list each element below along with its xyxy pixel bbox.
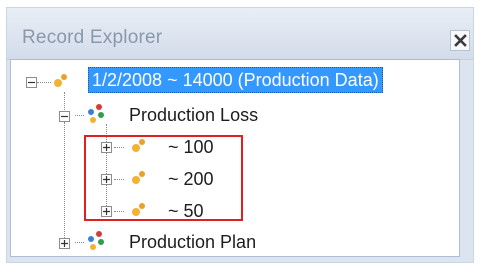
- plus-icon: [61, 239, 68, 247]
- record-icon: [54, 74, 67, 87]
- collapse-toggle[interactable]: [59, 110, 70, 122]
- minus-icon: [28, 81, 35, 83]
- tree-node-label[interactable]: 1/2/2008 ~ 14000 (Production Data): [88, 67, 383, 93]
- panel-title: Record Explorer: [22, 27, 163, 48]
- minus-icon: [61, 115, 68, 117]
- close-button[interactable]: [450, 30, 470, 51]
- tree-connector: [64, 122, 65, 240]
- tree-node-label[interactable]: Production Plan: [129, 230, 256, 254]
- tree-node-label-wrap[interactable]: Production Plan: [129, 228, 256, 256]
- tree-connector: [37, 82, 51, 83]
- highlight-box: [84, 135, 243, 221]
- family-icon: [88, 231, 104, 250]
- close-icon: [454, 34, 467, 47]
- tree-connector: [75, 242, 84, 243]
- tree-node-label[interactable]: Production Loss: [129, 103, 258, 127]
- tree-node-production-loss[interactable]: [59, 102, 70, 130]
- family-icon: [88, 104, 104, 123]
- tree-node-production-plan[interactable]: [59, 229, 70, 257]
- panel-titlebar: Record Explorer: [7, 8, 473, 60]
- tree-node-root[interactable]: [26, 68, 37, 96]
- tree-connector: [75, 115, 84, 116]
- tree-node-root-label-wrap[interactable]: 1/2/2008 ~ 14000 (Production Data): [88, 66, 383, 94]
- collapse-toggle[interactable]: [26, 76, 37, 88]
- expand-toggle[interactable]: [59, 237, 70, 249]
- tree-node-label-wrap[interactable]: Production Loss: [129, 101, 258, 129]
